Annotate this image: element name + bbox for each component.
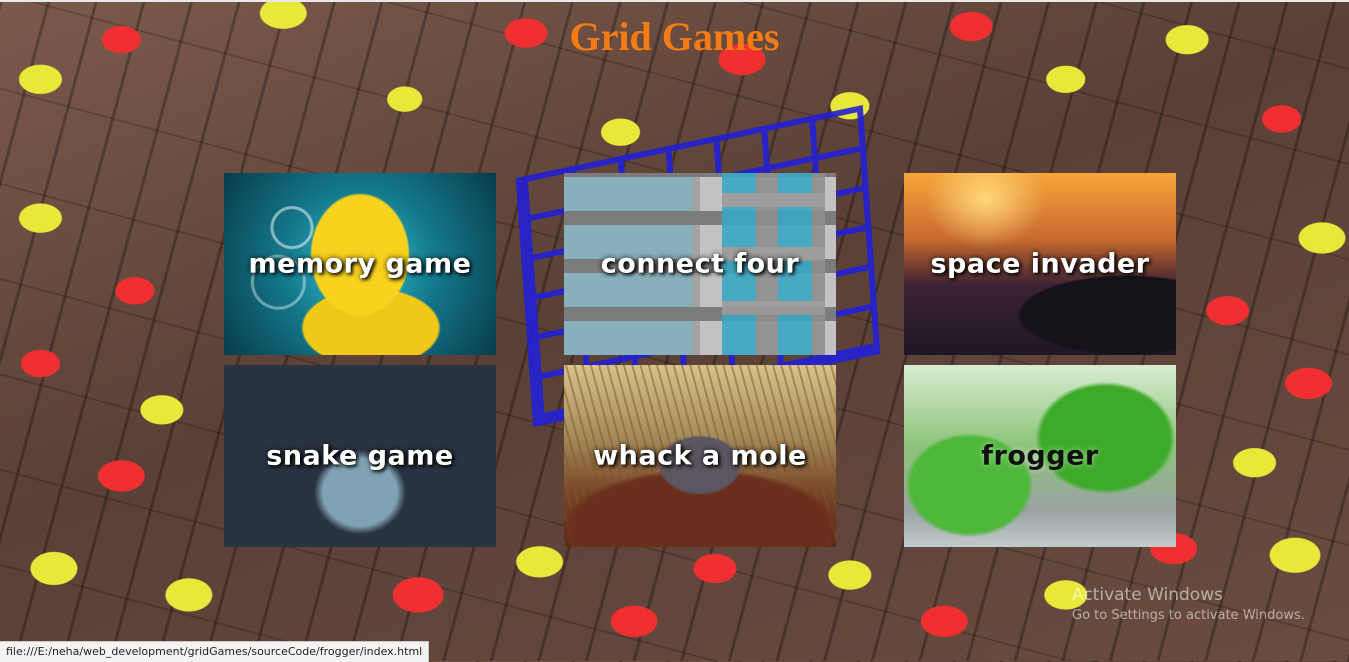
game-label: whack a mole [593,440,807,472]
game-tile-memory-game[interactable]: memory game [224,173,496,355]
game-tile-whack-a-mole[interactable]: whack a mole [564,365,836,547]
link-status-bar: file:///E:/neha/web_development/gridGame… [0,641,430,662]
game-label: memory game [248,248,472,280]
window-top-border [0,0,1349,2]
watermark-subtitle: Go to Settings to activate Windows. [1072,608,1305,623]
game-tile-space-invader[interactable]: space invader [904,173,1176,355]
game-tile-frogger[interactable]: frogger [904,365,1176,547]
game-label: connect four [600,248,800,280]
game-label: space invader [930,248,1150,280]
watermark-title: Activate Windows [1072,585,1223,605]
activate-windows-watermark: Activate Windows Go to Settings to activ… [1072,584,1305,626]
game-tile-connect-four[interactable]: connect four [564,173,836,355]
game-label: snake game [266,440,454,472]
game-label: frogger [981,440,1099,472]
page-title: Grid Games [569,14,780,59]
game-tile-snake-game[interactable]: snake game [224,365,496,547]
